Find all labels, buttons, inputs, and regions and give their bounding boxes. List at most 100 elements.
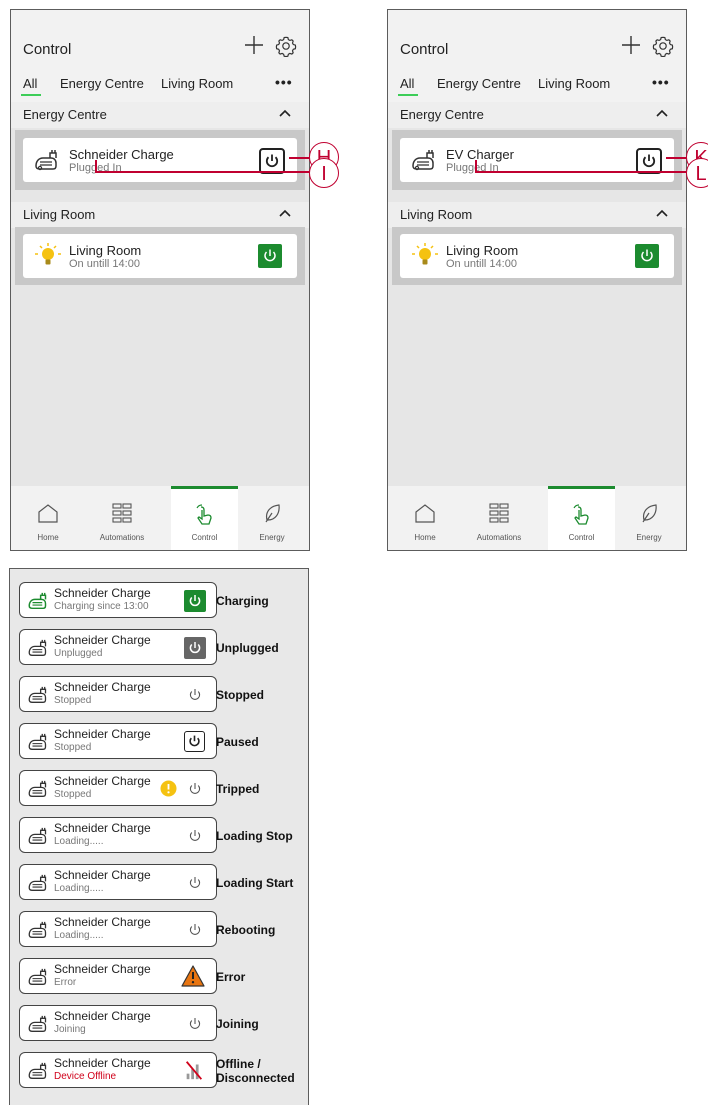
nav-control[interactable]: Control — [171, 486, 238, 550]
device-status: Device Offline — [54, 1071, 117, 1082]
section-living-room: Living Room On untill 14:00 — [15, 227, 305, 285]
page-title: Control — [23, 41, 72, 58]
nav-energy[interactable]: Energy — [612, 486, 686, 550]
device-name: Living Room — [446, 243, 519, 258]
gear-icon[interactable] — [652, 35, 674, 57]
add-icon[interactable] — [244, 35, 264, 55]
leaf-icon — [642, 504, 657, 523]
lightbulb-icon — [412, 243, 438, 265]
nav-home[interactable]: Home — [11, 486, 85, 550]
state-row-loading-start[interactable]: Schneider Charge Loading..... — [19, 864, 217, 900]
state-row-loading-stop[interactable]: Schneider Charge Loading..... — [19, 817, 217, 853]
state-row-tripped[interactable]: Schneider Charge Stopped — [19, 770, 217, 806]
section-energy-centre: EV Charger Plugged In — [392, 130, 682, 190]
chevron-up-icon[interactable] — [655, 108, 669, 118]
power-icon — [189, 830, 201, 841]
tab-energy-centre[interactable]: Energy Centre — [60, 76, 144, 91]
ev-charger-icon — [28, 874, 47, 891]
device-status: Loading..... — [54, 930, 104, 941]
section-label: Energy Centre — [400, 107, 484, 122]
touch-icon — [573, 504, 589, 525]
device-name: Schneider Charge — [54, 1009, 151, 1023]
chevron-up-icon[interactable] — [278, 108, 292, 118]
right-phone-screen: Control All Energy Centre Living Room ••… — [387, 9, 687, 551]
tab-all[interactable]: All — [400, 76, 414, 91]
state-label: Paused — [216, 735, 259, 749]
ev-charger-icon — [28, 827, 47, 844]
device-card-ev-charger[interactable]: EV Charger Plugged In — [400, 138, 674, 182]
chevron-up-icon[interactable] — [655, 208, 669, 218]
gear-icon[interactable] — [275, 35, 297, 57]
callout-i: I — [309, 158, 339, 188]
device-name: Schneider Charge — [54, 1056, 151, 1070]
power-icon — [264, 249, 276, 262]
nav-automations[interactable]: Automations — [85, 486, 159, 550]
tab-living-room[interactable]: Living Room — [161, 76, 233, 91]
tab-all[interactable]: All — [23, 76, 37, 91]
tab-living-room[interactable]: Living Room — [538, 76, 610, 91]
state-label: Rebooting — [216, 923, 276, 937]
power-icon — [189, 1018, 201, 1029]
device-list: Energy Centre Schneider Charge Plugged I… — [11, 102, 309, 486]
device-status: Stopped — [54, 789, 92, 800]
device-name: Schneider Charge — [54, 868, 151, 882]
device-status: Joining — [54, 1024, 86, 1035]
section-header-energy-centre[interactable]: Energy Centre — [11, 102, 309, 128]
state-row-unplugged[interactable]: Schneider Charge Unplugged — [19, 629, 217, 665]
page-title: Control — [400, 41, 449, 58]
section-header-living-room[interactable]: Living Room — [11, 202, 309, 228]
device-card-living-room[interactable]: Living Room On untill 14:00 — [23, 234, 297, 278]
power-button[interactable] — [258, 244, 282, 268]
state-row-error[interactable]: Schneider Charge Error — [19, 958, 217, 994]
state-label: Joining — [216, 1017, 259, 1031]
ev-charger-icon — [28, 921, 47, 938]
nav-control[interactable]: Control — [548, 486, 615, 550]
state-row-joining[interactable]: Schneider Charge Joining — [19, 1005, 217, 1041]
power-button[interactable] — [184, 731, 205, 752]
error-triangle-icon[interactable] — [181, 965, 205, 987]
nav-label: Energy — [259, 533, 285, 542]
power-button[interactable] — [184, 1013, 206, 1035]
state-row-rebooting[interactable]: Schneider Charge Loading..... — [19, 911, 217, 947]
nav-energy[interactable]: Energy — [235, 486, 309, 550]
state-row-stopped[interactable]: Schneider Charge Stopped — [19, 676, 217, 712]
chevron-up-icon[interactable] — [278, 208, 292, 218]
power-button[interactable] — [635, 244, 659, 268]
power-button[interactable] — [184, 590, 206, 612]
tab-energy-centre[interactable]: Energy Centre — [437, 76, 521, 91]
device-card-ev-charger[interactable]: Schneider Charge Plugged In — [23, 138, 297, 182]
header: Control All Energy Centre Living Room ••… — [388, 10, 686, 102]
state-label: Unplugged — [216, 641, 279, 655]
power-icon — [189, 924, 201, 935]
nav-home[interactable]: Home — [388, 486, 462, 550]
add-icon[interactable] — [621, 35, 641, 55]
callout-line — [666, 157, 686, 159]
device-status: Error — [54, 977, 77, 988]
power-button[interactable] — [184, 872, 206, 894]
grid-icon — [112, 503, 132, 523]
device-card-living-room[interactable]: Living Room On untill 14:00 — [400, 234, 674, 278]
state-row-paused[interactable]: Schneider Charge Stopped — [19, 723, 217, 759]
header: Control All Energy Centre Living Room ••… — [11, 10, 309, 102]
nav-automations[interactable]: Automations — [462, 486, 536, 550]
section-header-living-room[interactable]: Living Room — [388, 202, 686, 228]
power-button[interactable] — [184, 684, 206, 706]
device-list: Energy Centre EV Charger Plugged In Livi… — [388, 102, 686, 486]
more-icon[interactable]: ••• — [275, 74, 293, 90]
active-tab-indicator — [398, 94, 418, 96]
state-row-offline[interactable]: Schneider Charge Device Offline — [19, 1052, 217, 1088]
device-name: Schneider Charge — [54, 680, 151, 694]
more-icon[interactable]: ••• — [652, 74, 670, 90]
device-status: Loading..... — [54, 883, 104, 894]
device-status: Loading..... — [54, 836, 104, 847]
power-button[interactable] — [184, 778, 206, 800]
section-header-energy-centre[interactable]: Energy Centre — [388, 102, 686, 128]
bottom-nav: Home Automations Control Energy — [388, 486, 686, 550]
section-label: Energy Centre — [23, 107, 107, 122]
ev-charger-icon — [28, 780, 47, 797]
power-button[interactable] — [184, 637, 206, 659]
power-button[interactable] — [184, 919, 206, 941]
power-button[interactable] — [184, 825, 206, 847]
state-row-charging[interactable]: Schneider Charge Charging since 13:00 — [19, 582, 217, 618]
bottom-nav: Home Automations Control Energy — [11, 486, 309, 550]
